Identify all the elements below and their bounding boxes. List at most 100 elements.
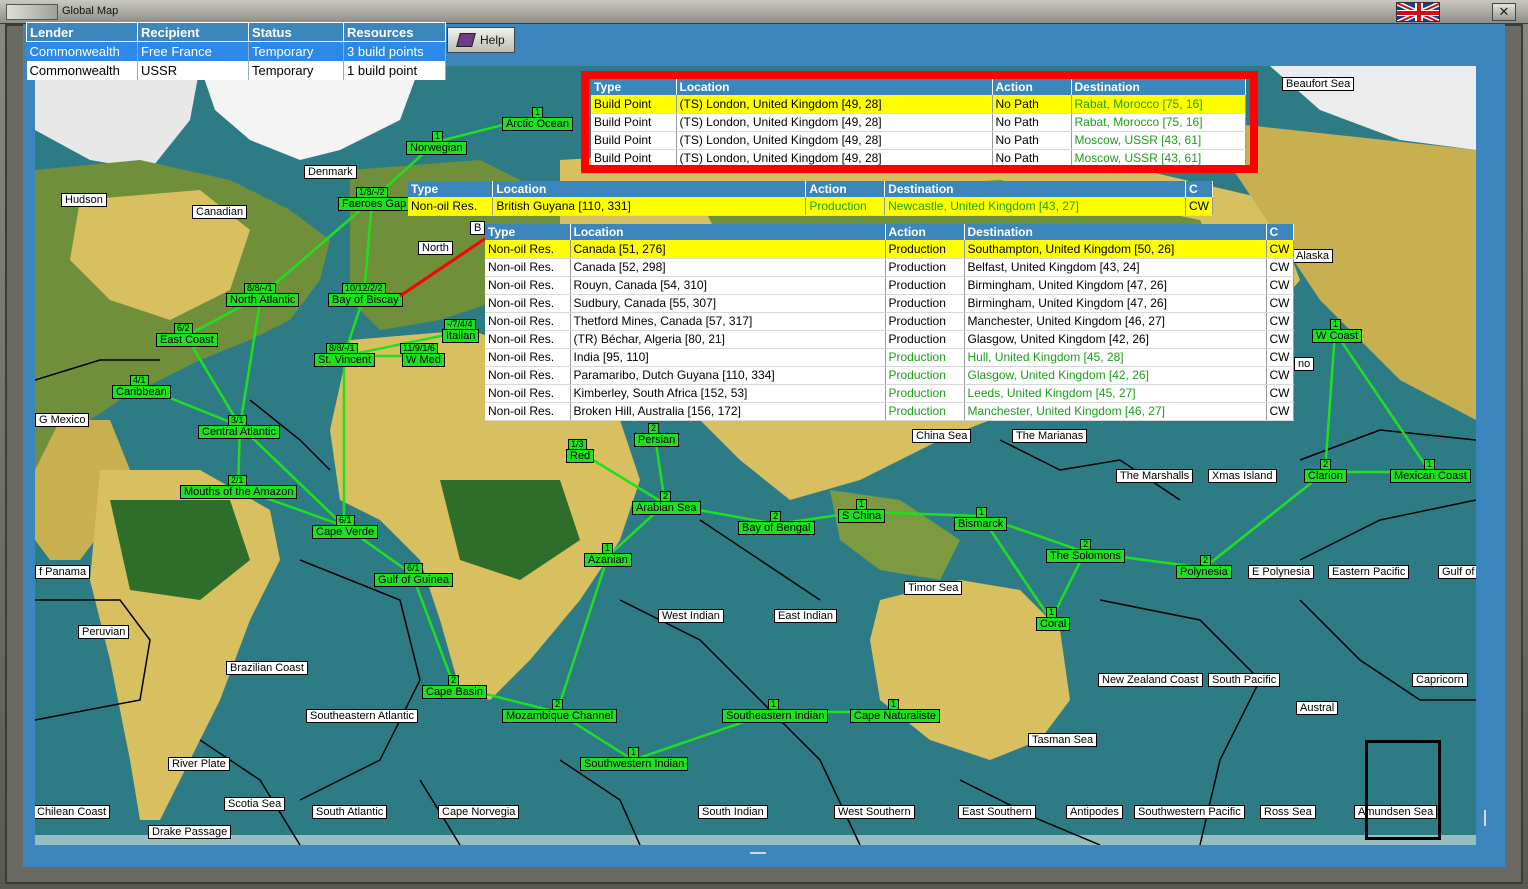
scroll-grip[interactable]	[750, 852, 766, 854]
sea-zone-label[interactable]: South Indian	[698, 805, 768, 819]
col-header[interactable]: Destination	[964, 224, 1267, 240]
col-header[interactable]: Recipient	[137, 22, 249, 42]
convoy-route-label[interactable]: Norwegian	[406, 141, 467, 155]
sea-zone-label[interactable]: Capricorn	[1412, 673, 1468, 687]
sea-zone-label[interactable]: North	[418, 241, 453, 255]
convoy-route-label[interactable]: Cape Basin	[422, 685, 487, 699]
convoy-route-label[interactable]: Southeastern Indian	[722, 709, 829, 723]
table-row[interactable]: Non-oil Res. Canada [51, 276] Production…	[485, 240, 1294, 259]
sea-zone-label[interactable]: East Indian	[774, 609, 838, 623]
sea-zone-label[interactable]: Timor Sea	[904, 581, 963, 595]
sea-zone-label[interactable]: Brazilian Coast	[226, 661, 308, 675]
sea-zone-label[interactable]: Alaska	[1292, 249, 1334, 263]
col-header[interactable]: Action	[805, 181, 886, 197]
table-row[interactable]: Non-oil Res. Paramaribo, Dutch Guyana [1…	[485, 366, 1294, 385]
table-row[interactable]: Non-oil Res. British Guyana [110, 331] P…	[408, 197, 1213, 216]
convoy-route-label[interactable]: Cape Naturaliste	[850, 709, 940, 723]
col-header[interactable]: C	[1266, 224, 1294, 240]
close-button[interactable]: ✕	[1492, 3, 1516, 21]
convoy-route-label[interactable]: The Solomons	[1046, 549, 1125, 563]
sea-zone-label[interactable]: Southwestern Pacific	[1134, 805, 1245, 819]
sea-zone-label[interactable]: The Marshalls	[1116, 469, 1194, 483]
sea-zone-label[interactable]: Xmas Island	[1208, 469, 1277, 483]
system-menu-icon[interactable]	[6, 4, 58, 20]
table-row[interactable]: Non-oil Res. Canada [52, 298] Production…	[485, 258, 1294, 277]
col-header[interactable]: Lender	[26, 22, 138, 42]
sea-zone-label[interactable]: Peruvian	[78, 625, 130, 639]
table-row[interactable]: Non-oil Res. Kimberley, South Africa [15…	[485, 384, 1294, 403]
sea-zone-label[interactable]: Antipodes	[1066, 805, 1123, 819]
sea-zone-label[interactable]: Ross Sea	[1260, 805, 1316, 819]
convoy-route-label[interactable]: W Med	[402, 353, 445, 367]
convoy-route-label[interactable]: Clarion	[1304, 469, 1347, 483]
sea-zone-label[interactable]: Denmark	[304, 165, 357, 179]
convoy-route-label[interactable]: Cape Verde	[312, 525, 379, 539]
convoy-route-label[interactable]: Arctic Ocean	[502, 117, 573, 131]
horizontal-scrollbar[interactable]	[23, 845, 1505, 867]
convoy-route-label[interactable]: North Atlantic	[226, 293, 300, 307]
viewport-indicator[interactable]	[1365, 740, 1441, 840]
sea-zone-label[interactable]: Beaufort Sea	[1282, 77, 1355, 91]
convoy-route-label[interactable]: Mexican Coast	[1390, 469, 1471, 483]
sea-zone-label[interactable]: no	[1294, 357, 1315, 371]
convoy-route-label[interactable]: East Coast	[156, 333, 218, 347]
table-row[interactable]: Non-oil Res. (TR) Béchar, Algeria [80, 2…	[485, 330, 1294, 349]
convoy-route-label[interactable]: Arabian Sea	[632, 501, 701, 515]
sea-zone-label[interactable]: B	[470, 221, 486, 235]
vertical-scrollbar[interactable]	[1476, 66, 1505, 845]
sea-zone-label[interactable]: f Panama	[35, 565, 91, 579]
convoy-route-label[interactable]: Persian	[634, 433, 680, 447]
sea-zone-label[interactable]: South Atlantic	[312, 805, 388, 819]
convoy-route-label[interactable]: Bismarck	[954, 517, 1008, 531]
convoy-route-label[interactable]: Bay of Biscay	[328, 293, 403, 307]
scroll-grip[interactable]	[1484, 810, 1486, 826]
convoy-route-label[interactable]: Caribbean	[112, 385, 171, 399]
table-row[interactable]: Non-oil Res. Sudbury, Canada [55, 307] P…	[485, 294, 1294, 313]
convoy-route-label[interactable]: Faeroes Gap	[338, 197, 411, 211]
col-header[interactable]: Type	[408, 181, 494, 197]
sea-zone-label[interactable]: Canadian	[192, 205, 248, 219]
col-header[interactable]: C	[1185, 181, 1213, 197]
sea-zone-label[interactable]: Hudson	[61, 193, 107, 207]
sea-zone-label[interactable]: China Sea	[912, 429, 972, 443]
table-row[interactable]: Non-oil Res. Rouyn, Canada [54, 310] Pro…	[485, 276, 1294, 295]
sea-zone-label[interactable]: Southeastern Atlantic	[306, 709, 418, 723]
col-header[interactable]: Resources	[343, 22, 446, 42]
sea-zone-label[interactable]: West Indian	[658, 609, 724, 623]
col-header[interactable]: Location	[570, 224, 886, 240]
convoy-route-label[interactable]: W Coast	[1312, 329, 1363, 343]
sea-zone-label[interactable]: River Plate	[168, 757, 230, 771]
sea-zone-label[interactable]: Chilean Coast	[35, 805, 111, 819]
col-header[interactable]: Status	[248, 22, 344, 42]
convoy-route-label[interactable]: Polynesia	[1176, 565, 1232, 579]
convoy-route-label[interactable]: Coral	[1036, 617, 1071, 631]
sea-zone-label[interactable]: E Polynesia	[1248, 565, 1315, 579]
convoy-route-label[interactable]: Italian	[442, 329, 480, 343]
col-header[interactable]: Destination	[884, 181, 1186, 197]
convoy-route-label[interactable]: Bay of Bengal	[738, 521, 815, 535]
sea-zone-label[interactable]: The Marianas	[1012, 429, 1088, 443]
table-row[interactable]: Commonwealth USSR Temporary 1 build poin…	[26, 60, 446, 80]
sea-zone-label[interactable]: Austral	[1296, 701, 1339, 715]
table-row[interactable]: Commonwealth Free France Temporary 3 bui…	[26, 41, 446, 61]
sea-zone-label[interactable]: Cape Norvegia	[438, 805, 520, 819]
convoy-route-label[interactable]: Gulf of Guinea	[374, 573, 453, 587]
convoy-route-label[interactable]: Azanian	[584, 553, 632, 567]
convoy-route-label[interactable]: Mouths of the Amazon	[180, 485, 298, 499]
sea-zone-label[interactable]: G Mexico	[35, 413, 90, 427]
convoy-route-label[interactable]: S China	[838, 509, 886, 523]
sea-zone-label[interactable]: South Pacific	[1208, 673, 1281, 687]
convoy-route-label[interactable]: St. Vincent	[314, 353, 375, 367]
sea-zone-label[interactable]: East Southern	[958, 805, 1036, 819]
sea-zone-label[interactable]: Eastern Pacific	[1328, 565, 1410, 579]
sea-zone-label[interactable]: West Southern	[834, 805, 915, 819]
col-header[interactable]: Location	[492, 181, 807, 197]
sea-zone-label[interactable]: Gulf of	[1438, 565, 1476, 579]
col-header[interactable]: Action	[885, 224, 965, 240]
table-row[interactable]: Non-oil Res. India [95, 110] Production …	[485, 348, 1294, 367]
convoy-route-label[interactable]: Central Atlantic	[198, 425, 280, 439]
convoy-route-label[interactable]: Mozambique Channel	[502, 709, 618, 723]
convoy-route-label[interactable]: Southwestern Indian	[580, 757, 689, 771]
col-header[interactable]: Type	[485, 224, 571, 240]
sea-zone-label[interactable]: Scotia Sea	[224, 797, 286, 811]
